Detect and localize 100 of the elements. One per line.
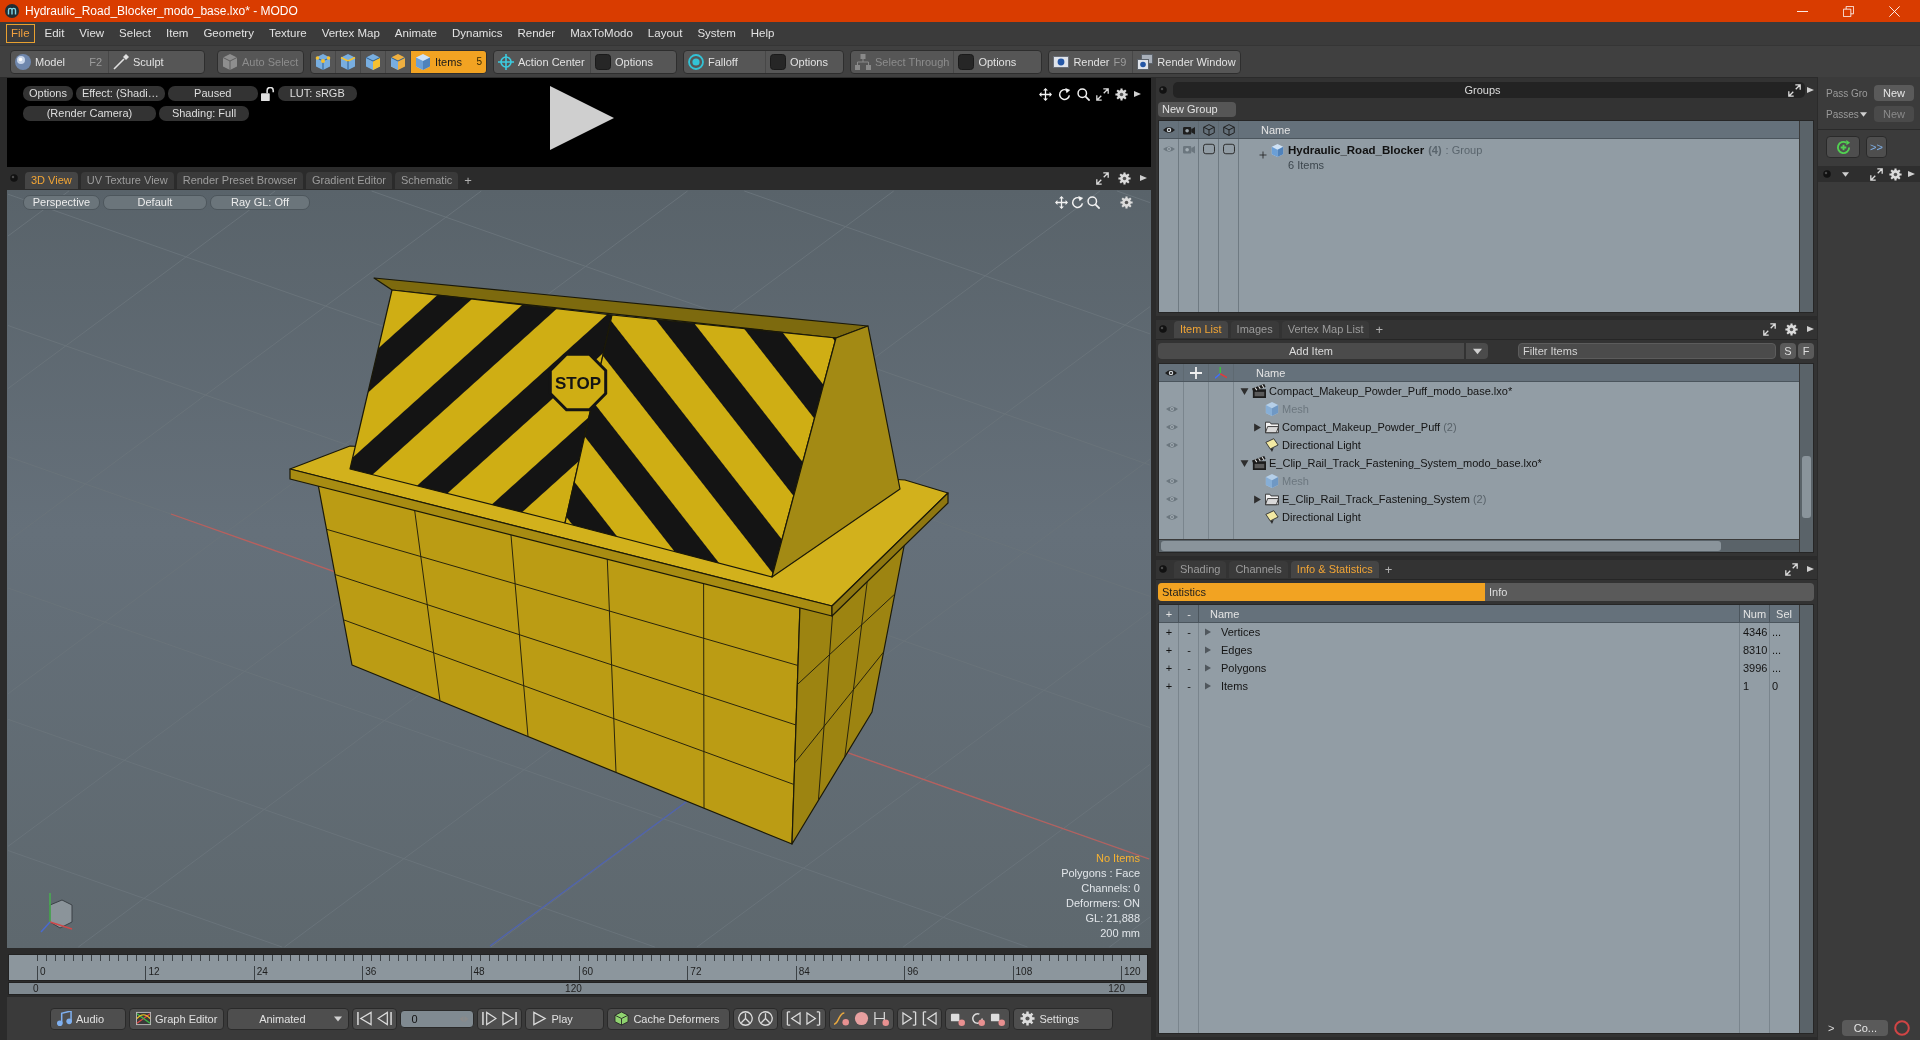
expand-arrow-icon[interactable] [1253,494,1262,504]
filter-toggle-button[interactable]: F [1798,343,1814,359]
settings-icon[interactable] [1118,171,1131,185]
filter-toggle-button[interactable]: S [1780,343,1796,359]
caret-icon[interactable] [1807,564,1814,574]
lut-dropdown[interactable]: LUT: sRGB [277,86,357,101]
play-button[interactable]: Play [525,1007,605,1030]
panel-dot-icon[interactable] [1159,565,1167,573]
remove-selection-button[interactable]: - [1179,680,1199,692]
maximize-icon[interactable] [1096,87,1109,101]
menu-item[interactable]: Geometry [198,24,259,43]
tree-item[interactable]: E_Clip_Rail_Track_Fastening_System [1282,493,1470,505]
remove-selection-button[interactable]: - [1179,662,1199,674]
collapsed-panel-button[interactable]: Co... [1842,1020,1889,1036]
settings-icon[interactable] [1115,87,1128,101]
keyframe-icon[interactable] [874,1011,890,1026]
tree-item[interactable]: E_Clip_Rail_Track_Fastening_System_modo_base.lxo* [1269,457,1542,469]
ring-icon[interactable] [1894,1020,1911,1036]
menu-item[interactable]: Vertex Map [316,24,385,43]
settings-icon[interactable] [1889,167,1902,181]
caret-down-icon[interactable] [1842,170,1849,178]
expand-arrow-icon[interactable] [1204,682,1212,690]
bracket-arrow-icon[interactable] [806,1011,822,1026]
options-button[interactable]: Options [23,86,73,101]
dropdown-button[interactable] [1466,343,1488,359]
sculpt-button[interactable]: Sculpt [108,50,204,73]
bracket-arrow-icon[interactable] [902,1011,918,1026]
panel-dot-icon[interactable] [1159,86,1167,94]
new-group-button[interactable]: New Group [1158,102,1236,117]
expand-arrow-icon[interactable] [1240,386,1249,396]
shading-dropdown[interactable]: Shading: Full [159,106,249,121]
add-tab-button[interactable]: + [1372,321,1387,338]
frame-field[interactable]: 0 [400,1009,475,1028]
bracket-arrow-icon[interactable] [922,1011,938,1026]
node-icon[interactable] [990,1011,1006,1026]
panel-dot-icon[interactable] [1823,170,1831,178]
preset-dropdown[interactable]: Default [103,194,207,210]
record-icon[interactable] [854,1011,870,1026]
menu-item[interactable]: Animate [389,24,442,43]
tab[interactable]: Shading [1174,561,1227,578]
maximize-icon[interactable] [1785,562,1798,576]
menu-item[interactable]: Texture [263,24,312,43]
menu-item[interactable]: Help [745,24,780,43]
tab[interactable]: Item List [1174,321,1228,338]
expand-arrow-icon[interactable] [1204,628,1212,636]
effect-dropdown[interactable]: Effect: (Shadi… [75,86,165,101]
move-icon[interactable] [1039,87,1052,101]
caret-icon[interactable] [1807,85,1814,95]
maximize-icon[interactable] [1763,322,1776,336]
refresh-button[interactable] [1826,136,1860,158]
add-selection-button[interactable]: + [1159,644,1179,656]
expand-arrow-icon[interactable] [1253,422,1262,432]
group-name[interactable]: Hydraulic_Road_Blocker [1288,144,1425,156]
tree-item[interactable]: Directional Light [1282,439,1361,451]
panel-dot-icon[interactable] [1159,325,1167,333]
padlock-icon[interactable] [260,86,275,101]
bracket-arrow-icon[interactable] [786,1011,802,1026]
pause-button[interactable]: Paused [167,86,258,101]
panel-dot-icon[interactable] [10,174,18,182]
tab[interactable]: Info [1485,583,1814,601]
step-forward-icon[interactable] [482,1011,498,1026]
tab[interactable]: Images [1230,321,1279,338]
scrollbar-thumb[interactable] [1161,541,1721,551]
remove-selection-button[interactable]: - [1179,626,1199,638]
tab[interactable]: Gradient Editor [306,172,392,189]
expand-arrow-icon[interactable] [1204,646,1212,654]
action-center-button[interactable]: Action Center [494,50,590,73]
loop-icon[interactable] [970,1011,986,1026]
caret-down-icon[interactable] [1859,110,1867,118]
curve-icon[interactable] [834,1011,850,1026]
camera-dropdown[interactable]: (Render Camera) [23,106,156,121]
tab[interactable]: Info & Statistics [1290,561,1379,578]
step-back-icon[interactable] [377,1011,393,1026]
scrollbar[interactable] [1799,605,1813,1033]
render-window-button[interactable]: Render Window [1132,50,1241,73]
caret-icon[interactable] [1908,169,1915,179]
menu-item[interactable]: Layout [642,24,688,43]
falloff-button[interactable]: Falloff [684,50,765,73]
settings-icon[interactable] [1785,322,1798,336]
add-selection-button[interactable]: + [1159,626,1179,638]
skip-start-icon[interactable] [357,1011,373,1026]
settings-button[interactable]: Settings [1013,1007,1114,1030]
close-icon[interactable] [1889,5,1900,17]
menu-item[interactable]: Dynamics [447,24,508,43]
tab[interactable]: 3D View [25,172,78,189]
node-icon[interactable] [950,1011,966,1026]
scrollbar[interactable] [1799,121,1813,312]
cache-deformers-button[interactable]: Cache Deformers [607,1007,731,1030]
caret-icon[interactable] [1140,173,1147,183]
tab[interactable]: Render Preset Browser [176,172,303,189]
scrollbar[interactable] [1799,364,1813,552]
menu-item[interactable]: Select [114,24,157,43]
scrollbar[interactable] [1159,539,1799,552]
add-selection-button[interactable]: + [1159,662,1179,674]
model-button[interactable]: Model F2 [11,50,108,73]
circle-fork-icon[interactable] [738,1011,754,1026]
maximize-icon[interactable] [1870,167,1883,181]
rotate-icon[interactable] [1058,87,1071,101]
toggle-box-icon[interactable] [1223,143,1235,155]
add-selection-button[interactable]: + [1159,680,1179,692]
